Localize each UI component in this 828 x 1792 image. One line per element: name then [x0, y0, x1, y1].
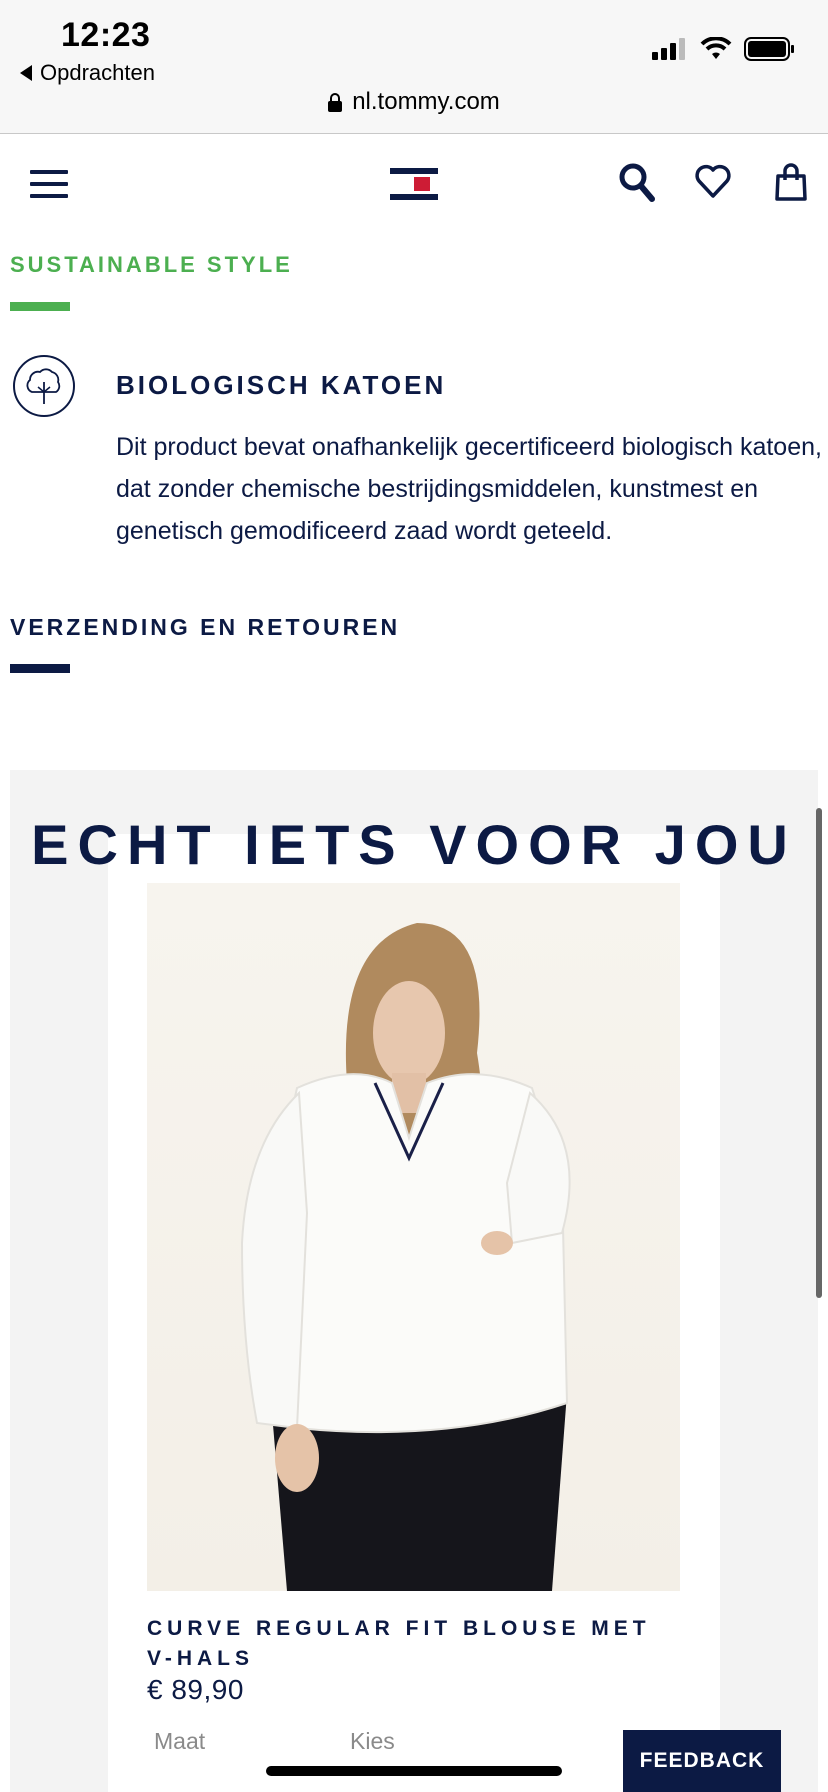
wifi-icon: [700, 37, 732, 59]
feedback-button[interactable]: FEEDBACK: [623, 1730, 781, 1792]
site-header: [0, 134, 828, 234]
status-time: 12:23: [61, 16, 151, 54]
organic-cotton-heading: BIOLOGISCH KATOEN: [116, 370, 447, 400]
product-price: € 89,90: [147, 1674, 244, 1705]
hamburger-icon[interactable]: [30, 170, 68, 198]
size-select[interactable]: Kies: [350, 1728, 395, 1755]
product-model-photo: [240, 923, 571, 1591]
url-text: nl.tommy.com: [352, 88, 500, 115]
signal-icon: [652, 38, 685, 60]
battery-icon: [744, 37, 794, 61]
shipping-underline: [10, 664, 70, 673]
size-label: Maat: [154, 1728, 206, 1754]
back-label: Opdrachten: [40, 60, 155, 85]
tommy-flag-logo[interactable]: [390, 168, 438, 200]
shipping-returns-heading[interactable]: VERZENDING EN RETOUREN: [10, 614, 400, 641]
heart-icon[interactable]: [694, 162, 732, 200]
lock-icon: [328, 93, 343, 112]
sustainable-underline: [10, 302, 70, 311]
organic-cotton-description: Dit product bevat onafhankelijk gecertif…: [116, 433, 822, 545]
scrollbar[interactable]: [816, 808, 822, 1298]
browser-status-bar: 12:23 Opdrachten nl.tommy.com: [0, 0, 828, 134]
back-triangle-icon: [20, 65, 32, 81]
cotton-icon: [13, 355, 75, 417]
system-icons: [652, 36, 796, 62]
product-name[interactable]: CURVE REGULAR FIT BLOUSE MET V-HALS: [147, 1614, 667, 1674]
home-indicator[interactable]: [266, 1766, 562, 1776]
back-to-app-button[interactable]: Opdrachten: [20, 60, 155, 86]
sustainable-style-heading: SUSTAINABLE STYLE: [10, 252, 293, 277]
shopping-bag-icon[interactable]: [774, 162, 808, 202]
product-image[interactable]: [147, 883, 680, 1591]
recommendations-heading: ECHT IETS VOOR JOU: [31, 813, 797, 876]
search-icon[interactable]: [618, 162, 656, 204]
address-bar[interactable]: nl.tommy.com: [0, 88, 828, 116]
